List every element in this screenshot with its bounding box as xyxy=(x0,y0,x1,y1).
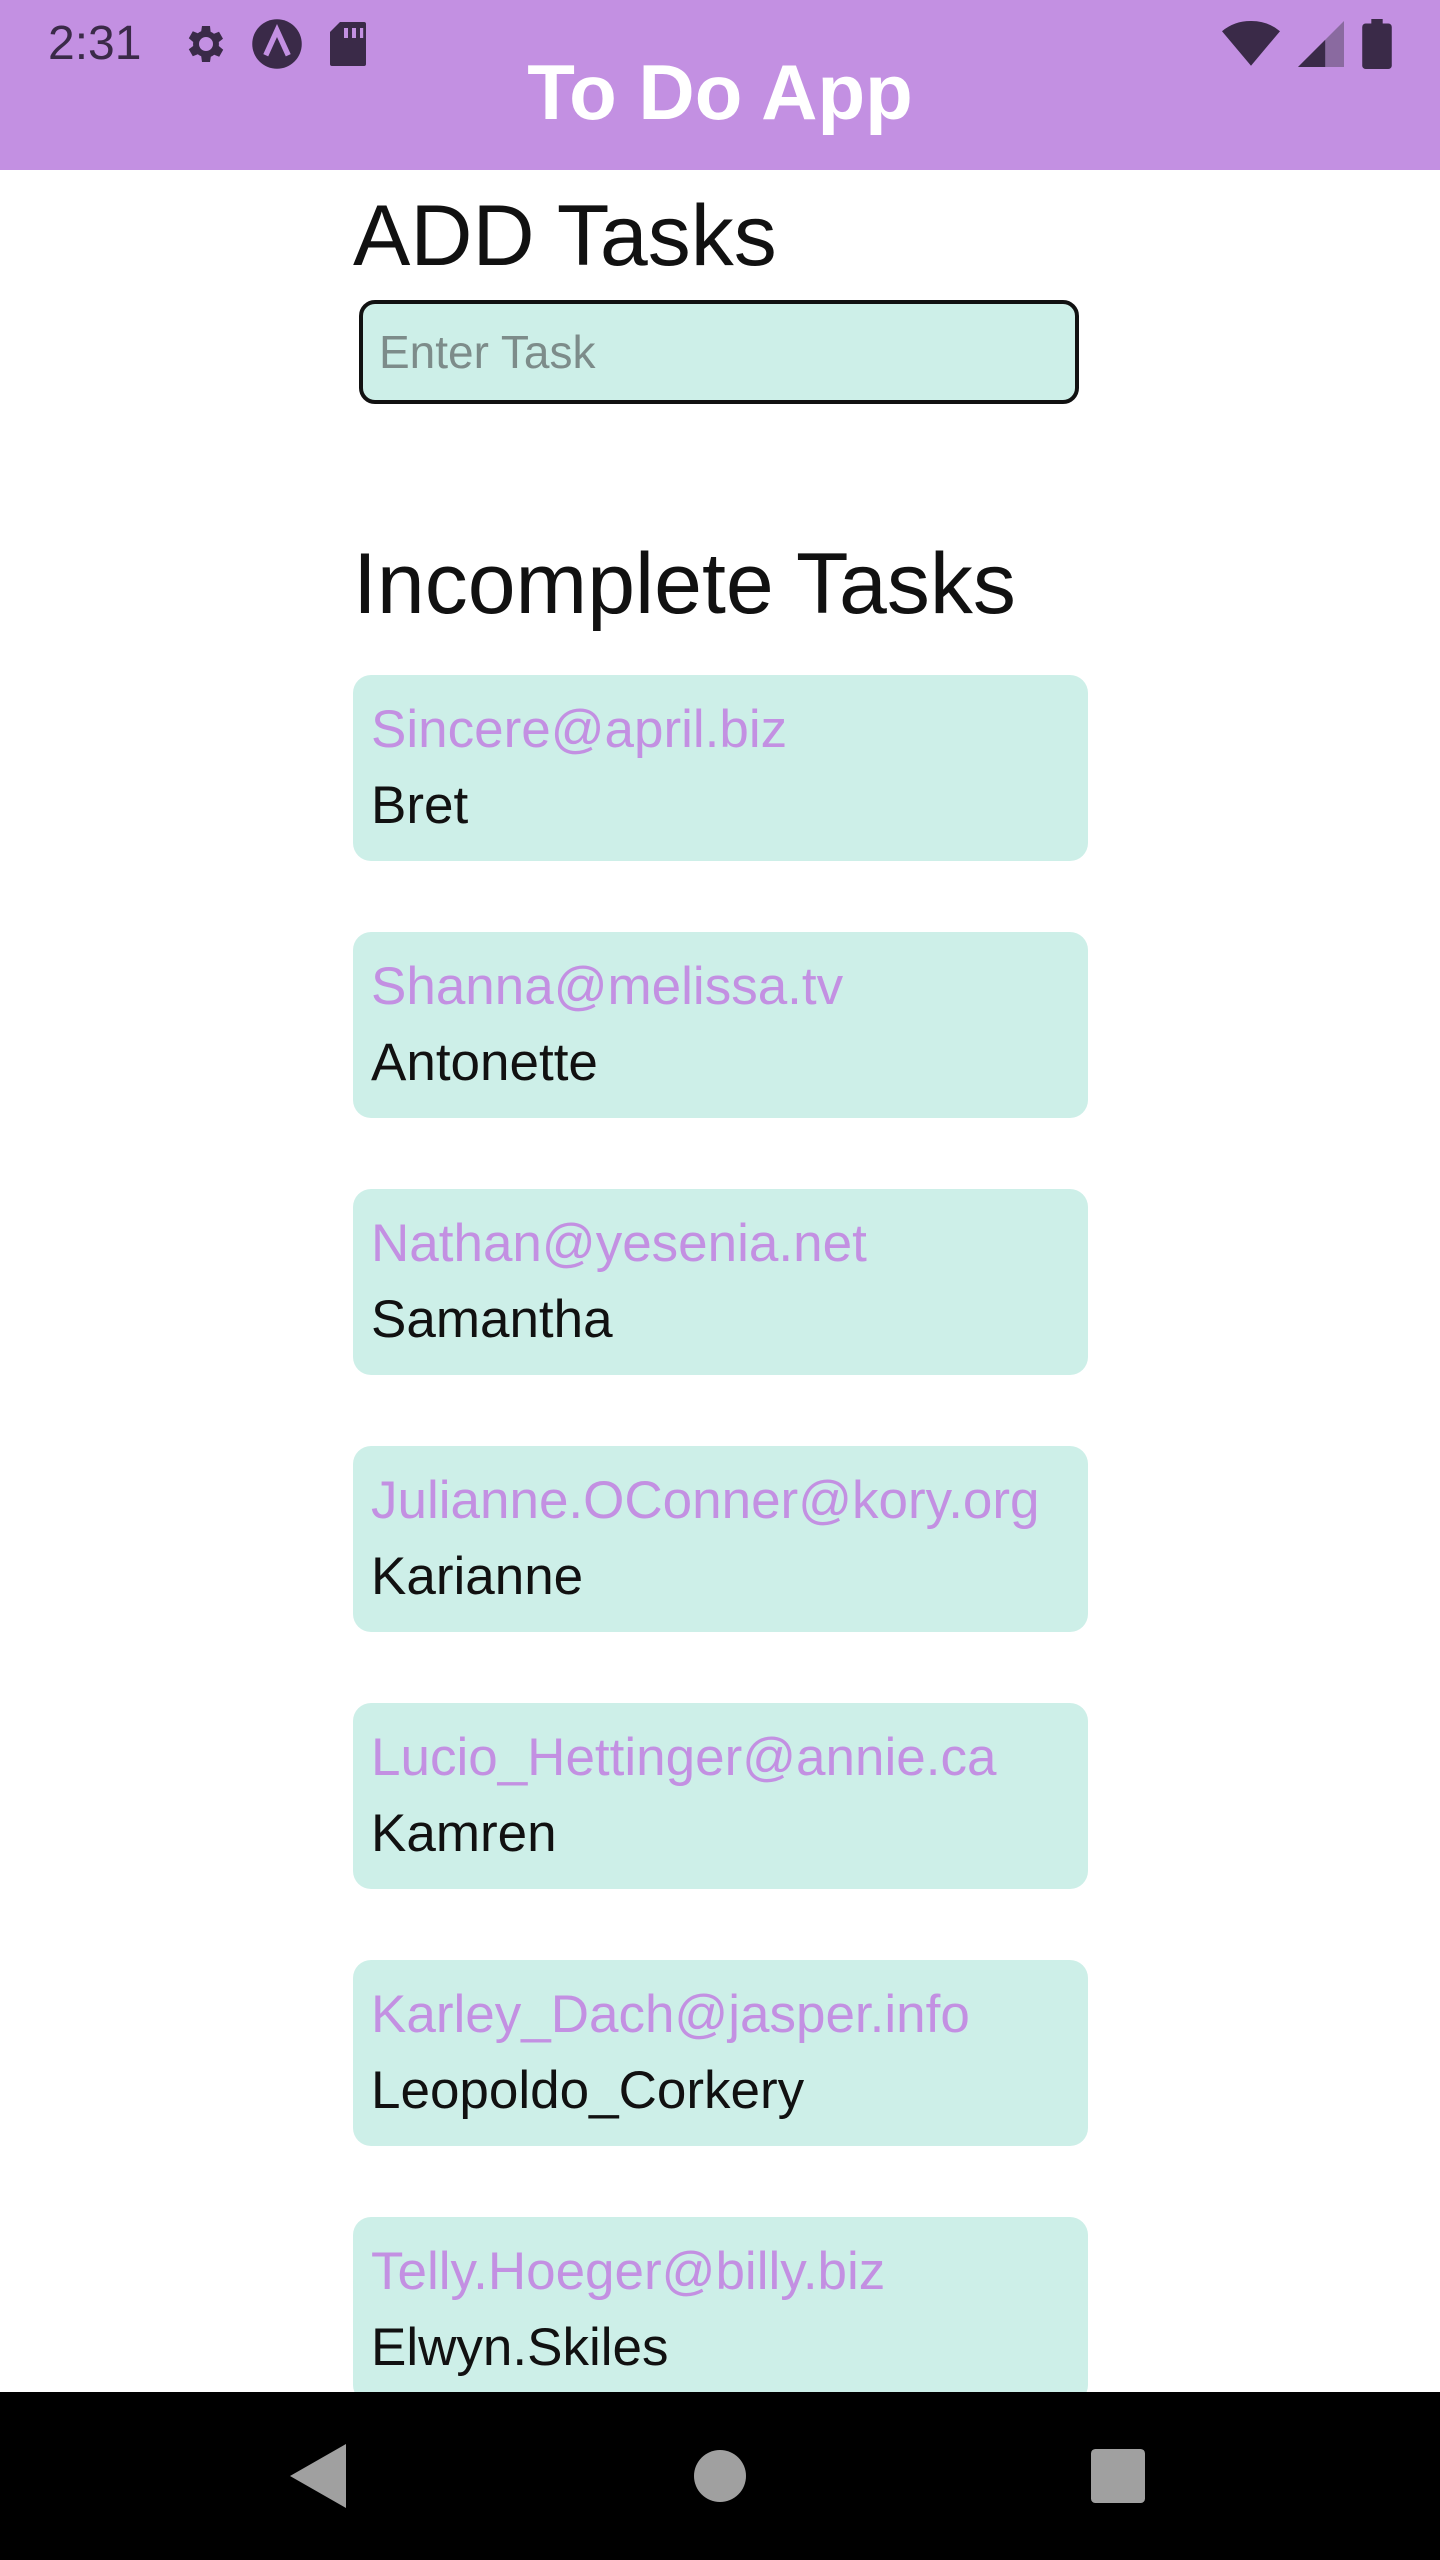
task-name: Elwyn.Skiles xyxy=(371,2318,669,2377)
task-item[interactable]: Karley_Dach@jasper.info Leopoldo_Corkery xyxy=(353,1960,1088,2146)
task-email: Shanna@melissa.tv xyxy=(371,957,844,1016)
task-item[interactable]: Lucio_Hettinger@annie.ca Kamren xyxy=(353,1703,1088,1889)
task-item[interactable]: Julianne.OConner@kory.org Karianne xyxy=(353,1446,1088,1632)
task-name: Samantha xyxy=(371,1290,613,1349)
task-email: Karley_Dach@jasper.info xyxy=(371,1985,970,2044)
task-email: Julianne.OConner@kory.org xyxy=(371,1471,1040,1530)
home-icon[interactable] xyxy=(678,2434,762,2518)
add-tasks-heading: ADD Tasks xyxy=(353,188,777,284)
incomplete-task-list[interactable]: Sincere@april.biz Bret Shanna@melissa.tv… xyxy=(353,675,1088,2392)
task-name: Antonette xyxy=(371,1033,598,1092)
task-item[interactable]: Nathan@yesenia.net Samantha xyxy=(353,1189,1088,1375)
task-name: Bret xyxy=(371,776,469,835)
task-email: Nathan@yesenia.net xyxy=(371,1214,867,1273)
back-icon[interactable] xyxy=(276,2434,360,2518)
task-name: Karianne xyxy=(371,1547,584,1606)
task-name: Kamren xyxy=(371,1804,557,1863)
task-item[interactable]: Shanna@melissa.tv Antonette xyxy=(353,932,1088,1118)
recents-icon[interactable] xyxy=(1076,2434,1160,2518)
app-bar: 2:31 To Do App xyxy=(0,0,1440,170)
task-email: Sincere@april.biz xyxy=(371,700,788,759)
incomplete-tasks-heading: Incomplete Tasks xyxy=(353,536,1016,632)
task-email: Lucio_Hettinger@annie.ca xyxy=(371,1728,997,1787)
task-item[interactable]: Sincere@april.biz Bret xyxy=(353,675,1088,861)
task-name: Leopoldo_Corkery xyxy=(371,2061,805,2120)
task-email: Telly.Hoeger@billy.biz xyxy=(371,2242,886,2301)
task-item[interactable]: Telly.Hoeger@billy.biz Elwyn.Skiles xyxy=(353,2217,1088,2392)
app-title: To Do App xyxy=(527,48,913,136)
enter-task-input[interactable] xyxy=(359,300,1079,404)
system-nav-bar xyxy=(0,2392,1440,2560)
